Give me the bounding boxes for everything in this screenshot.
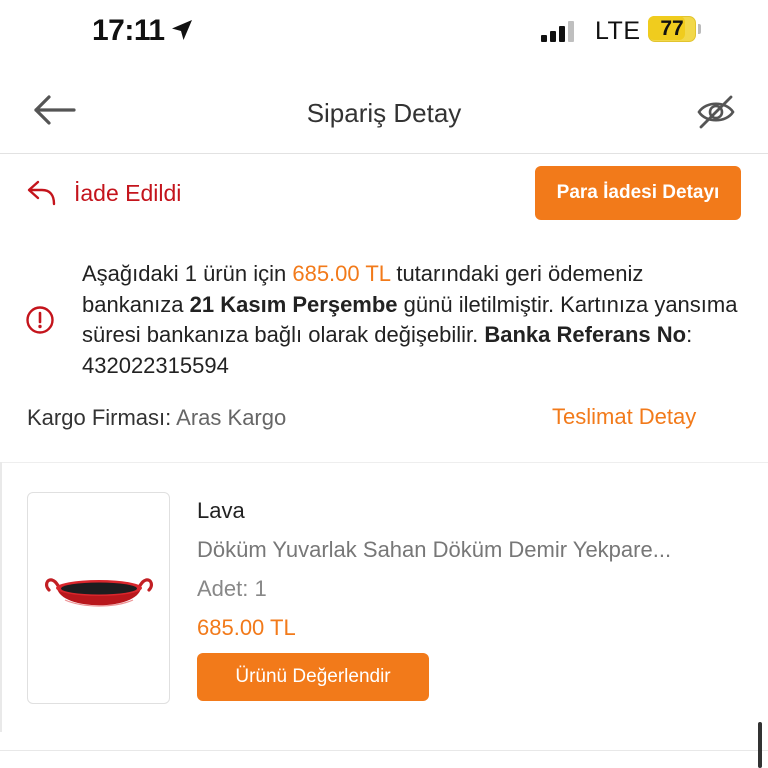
refund-detail-button[interactable]: Para İadesi Detayı <box>535 166 741 220</box>
product-quantity-row: Adet: 1 <box>197 576 267 602</box>
delivery-detail-link[interactable]: Teslimat Detay <box>552 404 696 430</box>
cargo-row: Kargo Firması: Aras Kargo <box>27 405 286 431</box>
section-divider <box>0 462 768 463</box>
card-edge-line <box>0 462 2 732</box>
nav-header: Sipariş Detay <box>0 62 768 154</box>
status-time: 17:11 <box>92 14 165 47</box>
cargo-label: Kargo Firması: <box>27 405 172 430</box>
refund-status-label: İade Edildi <box>74 180 182 206</box>
scrollbar[interactable] <box>758 722 762 768</box>
eye-slash-icon[interactable] <box>696 94 736 130</box>
refund-amount: 685.00 TL <box>292 261 391 286</box>
battery-indicator: 77 <box>648 16 701 42</box>
cast-iron-pan-image <box>44 578 153 607</box>
review-product-button[interactable]: Ürünü Değerlendir <box>197 653 429 701</box>
bottom-divider <box>0 750 768 751</box>
location-arrow-icon <box>172 20 192 40</box>
page-title: Sipariş Detay <box>306 98 462 128</box>
return-arrow-icon <box>27 180 56 206</box>
refund-date: 21 Kasım Perşembe <box>189 291 398 317</box>
bank-reference-separator: : <box>686 322 693 347</box>
product-brand: Lava <box>197 498 245 523</box>
bank-reference-label: Banka Referans No <box>484 322 687 347</box>
cargo-company: Aras Kargo <box>176 405 287 430</box>
bank-reference-number: 432022315594 <box>82 352 229 378</box>
product-price: 685.00 TL <box>197 615 296 640</box>
product-image[interactable] <box>27 492 170 704</box>
cellular-signal-icon <box>541 20 577 42</box>
status-bar: 17:11 LTE 77 <box>0 0 768 62</box>
quantity-value: 1 <box>254 576 267 601</box>
refund-info-text: Aşağıdaki 1 ürün için 685.00 TL tutarınd… <box>82 259 742 381</box>
info-circle-icon <box>26 306 54 334</box>
network-type: LTE <box>595 17 641 45</box>
refund-info-part1: Aşağıdaki 1 ürün için <box>82 261 293 286</box>
battery-percentage: 77 <box>660 17 684 40</box>
quantity-label: Adet: <box>197 576 249 601</box>
product-name[interactable]: Döküm Yuvarlak Sahan Döküm Demir Yekpare… <box>197 537 737 563</box>
order-detail-screen: 17:11 LTE 77 Sipariş Detay İade Edildi P… <box>0 0 768 768</box>
